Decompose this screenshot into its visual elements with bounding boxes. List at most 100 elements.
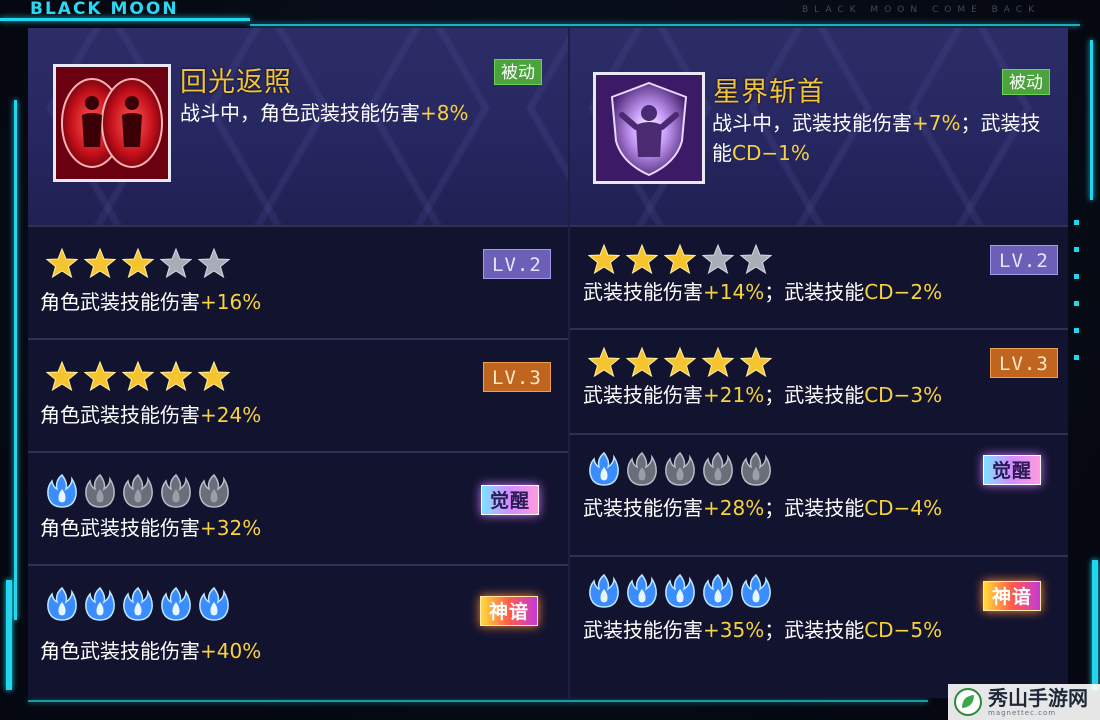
rank-stars: [588, 346, 772, 378]
skill-description: 战斗中，角色武装技能伤害+8%: [180, 98, 568, 128]
star-filled-icon: [740, 346, 772, 378]
effect-value: +21%: [703, 383, 765, 407]
blue-flame-icon: [47, 473, 77, 508]
tier-row: 神谙 角色武装技能伤害+40%: [28, 564, 568, 696]
blue-flame-icon: [589, 573, 619, 608]
skill-name: 回光返照: [180, 67, 292, 98]
star-empty-icon: [198, 247, 230, 279]
effect-value: +35%: [703, 618, 765, 642]
effect-text: 角色武装技能伤害: [40, 639, 200, 663]
tier-effect: 武装技能伤害+35%；武装技能CD−5%: [583, 617, 942, 643]
blue-flame-icon: [47, 586, 77, 621]
effect-text: 武装技能伤害: [583, 383, 703, 407]
level-badge: LV.2: [483, 249, 551, 279]
rank-flames: [588, 573, 772, 609]
desc-value: +7%: [912, 111, 961, 135]
effect-value-2: CD−2%: [864, 280, 943, 304]
tier-row: 觉醒 武装技能伤害+28%；武装技能CD−4%: [570, 433, 1068, 555]
desc-value: +8%: [420, 101, 469, 125]
leaf-logo-icon: [954, 688, 982, 716]
tier-effect: 武装技能伤害+21%；武装技能CD−3%: [583, 382, 942, 408]
star-filled-icon: [588, 243, 620, 275]
watermark-url: magnettec.com: [988, 708, 1057, 717]
tier-row: LV.2 武装技能伤害+14%；武装技能CD−2%: [570, 225, 1068, 328]
grey-flame-icon: [627, 451, 657, 486]
site-watermark: 秀山手游网 magnettec.com: [948, 684, 1100, 720]
passive-tag: 被动: [1002, 69, 1050, 95]
level-badge: LV.2: [990, 245, 1058, 275]
effect-value: +32%: [200, 516, 262, 540]
effect-value-2: CD−4%: [864, 496, 943, 520]
passive-tag: 被动: [494, 59, 542, 85]
effect-value: +16%: [200, 290, 262, 314]
frame-right-dots: [1074, 220, 1090, 360]
effect-value-2: CD−5%: [864, 618, 943, 642]
effect-text: 武装技能伤害: [583, 496, 703, 520]
tier-row: 神谙 武装技能伤害+35%；武装技能CD−5%: [570, 555, 1068, 696]
star-filled-icon: [702, 346, 734, 378]
effect-text: 武装技能伤害: [583, 618, 703, 642]
star-filled-icon: [588, 346, 620, 378]
red-twin-figures-icon: [53, 64, 171, 182]
star-filled-icon: [122, 247, 154, 279]
tier-row: LV.3 角色武装技能伤害+24%: [28, 338, 568, 451]
tier-effect: 角色武装技能伤害+32%: [40, 515, 261, 541]
effect-text: 角色武装技能伤害: [40, 290, 200, 314]
effect-text: 角色武装技能伤害: [40, 516, 200, 540]
effect-text: 武装技能伤害: [583, 280, 703, 304]
frame-right-line: [1090, 40, 1093, 200]
level-badge: LV.3: [483, 362, 551, 392]
star-filled-icon: [664, 346, 696, 378]
awaken-badge: 觉醒: [983, 455, 1042, 485]
blue-flame-icon: [123, 586, 153, 621]
rank-stars: [46, 360, 230, 392]
star-empty-icon: [160, 247, 192, 279]
skill-name: 星界斩首: [713, 77, 825, 108]
frame-left-line: [14, 100, 17, 620]
frame-right-accent-bar: [1092, 560, 1098, 690]
rank-flames: [46, 586, 230, 622]
oracle-badge: 神谙: [983, 581, 1042, 611]
star-filled-icon: [84, 360, 116, 392]
desc-value-2: CD−1%: [732, 141, 810, 165]
star-filled-icon: [46, 360, 78, 392]
blue-flame-icon: [703, 573, 733, 608]
grey-flame-icon: [703, 451, 733, 486]
blue-flame-icon: [161, 586, 191, 621]
level-badge: LV.3: [990, 348, 1058, 378]
frame-bottom-line: [28, 700, 928, 702]
tier-effect: 武装技能伤害+28%；武装技能CD−4%: [583, 495, 942, 521]
effect-text-2: ；武装技能: [764, 280, 865, 304]
skill-description: 战斗中，武装技能伤害+7%；武装技能CD−1%: [712, 108, 1052, 168]
grey-flame-icon: [199, 473, 229, 508]
star-filled-icon: [626, 243, 658, 275]
star-filled-icon: [664, 243, 696, 275]
effect-text-2: ；武装技能: [764, 383, 865, 407]
effect-text-2: ；武装技能: [764, 496, 865, 520]
rank-stars: [46, 247, 230, 279]
effect-text: 角色武装技能伤害: [40, 403, 200, 427]
star-filled-icon: [160, 360, 192, 392]
awaken-badge: 觉醒: [481, 485, 540, 515]
effect-value: +24%: [200, 403, 262, 427]
grey-flame-icon: [161, 473, 191, 508]
blue-flame-icon: [589, 451, 619, 486]
blue-flame-icon: [741, 573, 771, 608]
purple-shield-figure-icon: [593, 72, 705, 184]
skill-header: 星界斩首 被动 战斗中，武装技能伤害+7%；武装技能CD−1%: [570, 28, 1068, 225]
tier-row: LV.3 武装技能伤害+21%；武装技能CD−3%: [570, 328, 1068, 433]
rank-stars: [588, 243, 772, 275]
tier-row: LV.2 角色武装技能伤害+16%: [28, 225, 568, 338]
star-filled-icon: [46, 247, 78, 279]
blue-flame-icon: [85, 586, 115, 621]
tier-effect: 角色武装技能伤害+16%: [40, 289, 261, 315]
desc-text: 战斗中，角色武装技能伤害: [180, 101, 420, 125]
brand-tagline: BLACK MOON COME BACK: [801, 5, 1040, 15]
frame-top-line-right: [250, 24, 1080, 26]
star-empty-icon: [740, 243, 772, 275]
star-filled-icon: [122, 360, 154, 392]
tier-row: 觉醒 角色武装技能伤害+32%: [28, 451, 568, 564]
blue-flame-icon: [665, 573, 695, 608]
star-filled-icon: [198, 360, 230, 392]
grey-flame-icon: [123, 473, 153, 508]
